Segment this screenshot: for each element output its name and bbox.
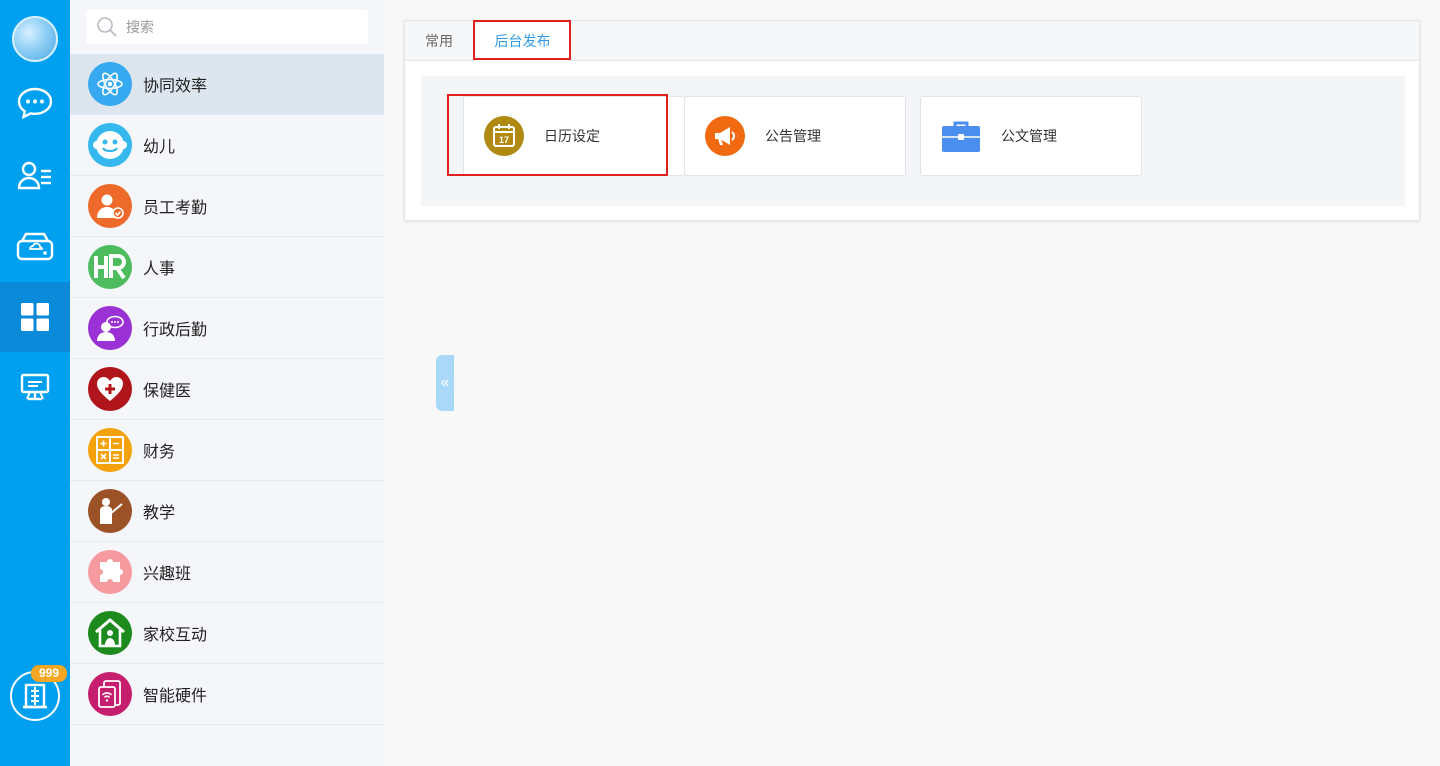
house-icon xyxy=(88,611,132,655)
notice-count-badge: 999 xyxy=(31,665,67,682)
search-input[interactable] xyxy=(126,19,346,35)
module-sidebar: 协同效率 幼儿 员工考勤 人事 行政后勤 xyxy=(70,0,454,766)
tab-common[interactable]: 常用 xyxy=(425,21,453,61)
sidebar-item-label: 员工考勤 xyxy=(143,200,208,217)
search-icon xyxy=(97,17,117,37)
sidebar-item-finance[interactable]: 财务 xyxy=(70,420,384,481)
teacher-icon xyxy=(88,489,132,533)
announcement-card[interactable]: 公告管理 xyxy=(684,96,906,176)
main-panel: 常用 后台发布 17 日历设定 公告管理 公文管理 xyxy=(404,20,1420,221)
chat-icon xyxy=(17,87,53,120)
sidebar-item-label: 家校互动 xyxy=(143,627,208,644)
sidebar-item-collaboration[interactable]: 协同效率 xyxy=(70,54,384,115)
sidebar-item-home-school[interactable]: 家校互动 xyxy=(70,603,384,664)
sidebar-item-attendance[interactable]: 员工考勤 xyxy=(70,176,384,237)
sidebar-item-children[interactable]: 幼儿 xyxy=(70,115,384,176)
user-avatar[interactable] xyxy=(12,16,58,62)
briefcase-icon xyxy=(941,116,981,156)
sidebar-item-interest-class[interactable]: 兴趣班 xyxy=(70,542,384,603)
device-icon xyxy=(88,672,132,716)
apps-icon xyxy=(21,303,49,331)
rail-apps-button[interactable] xyxy=(0,282,70,352)
support-icon xyxy=(88,306,132,350)
cloud-drive-icon xyxy=(16,232,54,261)
collapse-sidebar-button[interactable]: « xyxy=(436,355,454,411)
puzzle-icon xyxy=(88,550,132,594)
double-chevron-left-icon: « xyxy=(440,374,450,391)
card-label: 公文管理 xyxy=(1001,128,1057,144)
megaphone-icon xyxy=(705,116,745,156)
building-icon xyxy=(23,683,47,709)
rail-desktop-button[interactable] xyxy=(0,352,70,422)
document-management-card[interactable]: 公文管理 xyxy=(920,96,1142,176)
sidebar-item-label: 财务 xyxy=(143,444,176,461)
sidebar-item-label: 智能硬件 xyxy=(143,688,208,705)
rail-chat-button[interactable] xyxy=(0,68,70,138)
sidebar-item-label: 教学 xyxy=(143,505,176,522)
tab-backend-publish[interactable]: 后台发布 xyxy=(475,21,570,62)
sidebar-item-label: 协同效率 xyxy=(143,78,208,95)
smiley-icon xyxy=(88,123,132,167)
calculator-icon xyxy=(88,428,132,472)
app-rail: 999 xyxy=(0,0,70,766)
atom-icon xyxy=(88,62,132,106)
sidebar-item-label: 人事 xyxy=(143,261,176,278)
sidebar-item-smart-hardware[interactable]: 智能硬件 xyxy=(70,664,384,725)
sidebar-item-hr[interactable]: 人事 xyxy=(70,237,384,298)
search-box[interactable] xyxy=(86,10,368,44)
card-label: 日历设定 xyxy=(544,128,600,144)
sidebar-item-label: 保健医 xyxy=(143,383,192,400)
medical-heart-icon xyxy=(88,367,132,411)
sidebar-item-admin[interactable]: 行政后勤 xyxy=(70,298,384,359)
sidebar-item-label: 行政后勤 xyxy=(143,322,208,339)
contacts-icon xyxy=(17,161,51,190)
desktop-icon xyxy=(20,373,50,401)
calendar-settings-card[interactable]: 17 日历设定 xyxy=(463,96,685,176)
svg-text:17: 17 xyxy=(499,135,509,145)
app-grid: 17 日历设定 公告管理 公文管理 xyxy=(421,76,1405,206)
hr-icon xyxy=(88,245,132,289)
calendar-icon: 17 xyxy=(484,116,524,156)
tab-bar: 常用 后台发布 xyxy=(405,21,1419,62)
rail-contacts-button[interactable] xyxy=(0,140,70,210)
sidebar-item-teaching[interactable]: 教学 xyxy=(70,481,384,542)
sidebar-item-health[interactable]: 保健医 xyxy=(70,359,384,420)
sidebar-item-label: 兴趣班 xyxy=(143,566,192,583)
card-label: 公告管理 xyxy=(765,128,821,144)
staff-check-icon xyxy=(88,184,132,228)
sidebar-item-label: 幼儿 xyxy=(143,139,176,156)
rail-cloud-drive-button[interactable] xyxy=(0,211,70,281)
module-list: 协同效率 幼儿 员工考勤 人事 行政后勤 保健医 财务 教学 兴趣班 家校互动 … xyxy=(70,54,384,725)
